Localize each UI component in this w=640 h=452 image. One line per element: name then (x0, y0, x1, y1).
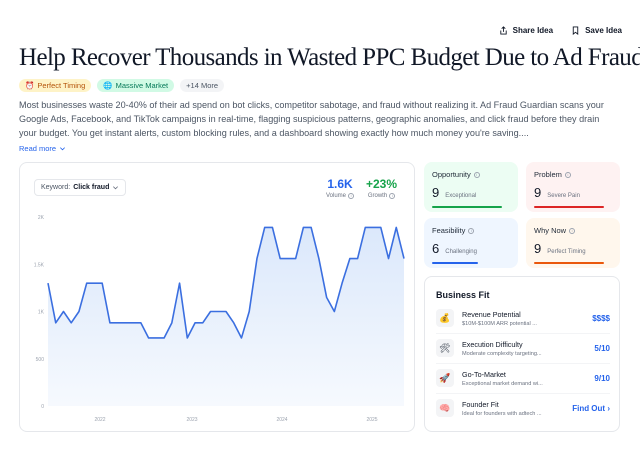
growth-label: Growth (367, 193, 388, 199)
share-idea-button[interactable]: Share Idea (499, 26, 553, 35)
business-fit-card: Business Fit 💰 Revenue Potential $10M-$1… (424, 276, 620, 432)
keyword-prefix: Keyword: (41, 184, 71, 191)
fit-row-founder-fit[interactable]: 🧠 Founder Fit Ideal for founders with ad… (436, 395, 610, 421)
tag-list: ⏰ Perfect Timing 🌐 Massive Market +14 Mo… (19, 79, 225, 92)
y-tick-label: 500 (36, 357, 45, 363)
score-sub: Severe Pain (547, 193, 580, 199)
fit-row-execution-difficulty[interactable]: 🛠 Execution Difficulty Moderate complexi… (436, 335, 610, 361)
chevron-down-icon (113, 186, 119, 190)
tag-massive-market[interactable]: 🌐 Massive Market (97, 79, 175, 92)
find-out-label: Find Out (572, 403, 606, 413)
tools-icon: 🛠 (436, 339, 454, 357)
divider (436, 333, 610, 334)
keyword-select[interactable]: Keyword: Click fraud (34, 179, 127, 196)
chevron-right-icon: › (607, 403, 610, 413)
info-icon[interactable]: i (564, 171, 571, 178)
keyword-value: Click fraud (73, 184, 110, 191)
score-bar (534, 206, 604, 208)
fit-value: $$$$ (592, 313, 610, 323)
read-more-link[interactable]: Read more (19, 144, 66, 153)
search-trend-chart: 0 500 1K 1.5K 2K 2022 2023 2024 2025 (34, 215, 405, 423)
tag-more[interactable]: +14 More (180, 79, 225, 92)
info-icon[interactable]: i (569, 227, 576, 234)
score-title: Opportunity (432, 170, 471, 179)
fit-desc: Ideal for founders with adtech ... (462, 410, 542, 417)
chevron-down-icon (60, 147, 66, 151)
divider (436, 393, 610, 394)
y-tick-label: 1K (38, 310, 45, 316)
money-bag-icon: 💰 (436, 309, 454, 327)
fit-label: Revenue Potential (462, 309, 521, 319)
info-icon[interactable]: i (468, 227, 475, 234)
volume-metric: 1.6K Volume i (326, 177, 355, 199)
x-tick-label: 2023 (186, 417, 197, 423)
fit-label: Founder Fit (462, 399, 499, 409)
score-value: 9 (432, 185, 440, 200)
score-value: 6 (432, 241, 440, 256)
tag-perfect-timing[interactable]: ⏰ Perfect Timing (19, 79, 92, 92)
info-icon[interactable]: i (473, 171, 480, 178)
score-bar (534, 262, 604, 264)
y-tick-label: 0 (41, 404, 44, 410)
fit-desc: $10M-$100M ARR potential ... (462, 320, 537, 327)
tag-label: Massive Market (115, 81, 169, 90)
globe-icon: 🌐 (103, 81, 113, 90)
x-tick-label: 2025 (366, 417, 377, 423)
score-card-opportunity[interactable]: Opportunity i 9 Exceptional (424, 162, 518, 212)
score-sub: Exceptional (445, 193, 477, 199)
divider (436, 363, 610, 364)
score-card-problem[interactable]: Problem i 9 Severe Pain (526, 162, 620, 212)
score-sub: Perfect Timing (547, 249, 586, 255)
share-icon (499, 26, 507, 35)
brain-icon: 🧠 (436, 399, 454, 417)
score-card-feasibility[interactable]: Feasibility i 6 Challenging (424, 218, 518, 268)
fit-label: Execution Difficulty (462, 339, 523, 349)
save-idea-button[interactable]: Save Idea (571, 26, 622, 35)
fit-desc: Moderate complexity targeting... (462, 350, 542, 357)
bookmark-icon (572, 26, 579, 35)
fit-label: Go-To-Market (462, 369, 506, 379)
tag-label: Perfect Timing (37, 81, 86, 90)
fit-desc: Exceptional market demand wi... (462, 380, 543, 387)
business-fit-title: Business Fit (436, 290, 490, 300)
fit-row-go-to-market[interactable]: 🚀 Go-To-Market Exceptional market demand… (436, 365, 610, 391)
rocket-icon: 🚀 (436, 369, 454, 387)
growth-metric: +23% Growth i (366, 177, 397, 199)
fit-row-revenue-potential[interactable]: 💰 Revenue Potential $10M-$100M ARR poten… (436, 305, 610, 331)
trend-chart-card: Keyword: Click fraud 1.6K Volume i +23% G… (19, 162, 415, 432)
score-card-why-now[interactable]: Why Now i 9 Perfect Timing (526, 218, 620, 268)
info-icon[interactable]: i (348, 193, 355, 199)
share-idea-label: Share Idea (512, 26, 554, 35)
x-tick-label: 2024 (276, 417, 287, 423)
idea-description: Most businesses waste 20-40% of their ad… (19, 100, 604, 139)
fit-value: 5/10 (594, 343, 610, 353)
save-idea-label: Save Idea (585, 26, 622, 35)
score-bar (432, 262, 478, 264)
volume-value: 1.6K (327, 177, 353, 191)
score-value: 9 (534, 241, 542, 256)
read-more-label: Read more (19, 144, 57, 153)
trend-area (48, 227, 404, 406)
score-value: 9 (534, 185, 542, 200)
find-out-link[interactable]: Find Out › (572, 404, 610, 413)
page-title: Help Recover Thousands in Wasted PPC Bud… (19, 44, 640, 71)
y-tick-label: 2K (38, 215, 45, 221)
score-title: Why Now (534, 226, 567, 235)
growth-value: +23% (366, 177, 398, 191)
y-tick-label: 1.5K (34, 262, 45, 268)
x-tick-label: 2022 (94, 417, 105, 423)
score-title: Feasibility (432, 226, 466, 235)
fit-value: 9/10 (594, 373, 610, 383)
alarm-clock-icon: ⏰ (25, 81, 35, 90)
score-sub: Challenging (445, 249, 477, 255)
volume-label: Volume (326, 193, 347, 199)
score-bar (432, 206, 502, 208)
score-title: Problem (534, 170, 562, 179)
header-actions: Share Idea Save Idea (499, 26, 622, 35)
info-icon[interactable]: i (389, 193, 396, 199)
